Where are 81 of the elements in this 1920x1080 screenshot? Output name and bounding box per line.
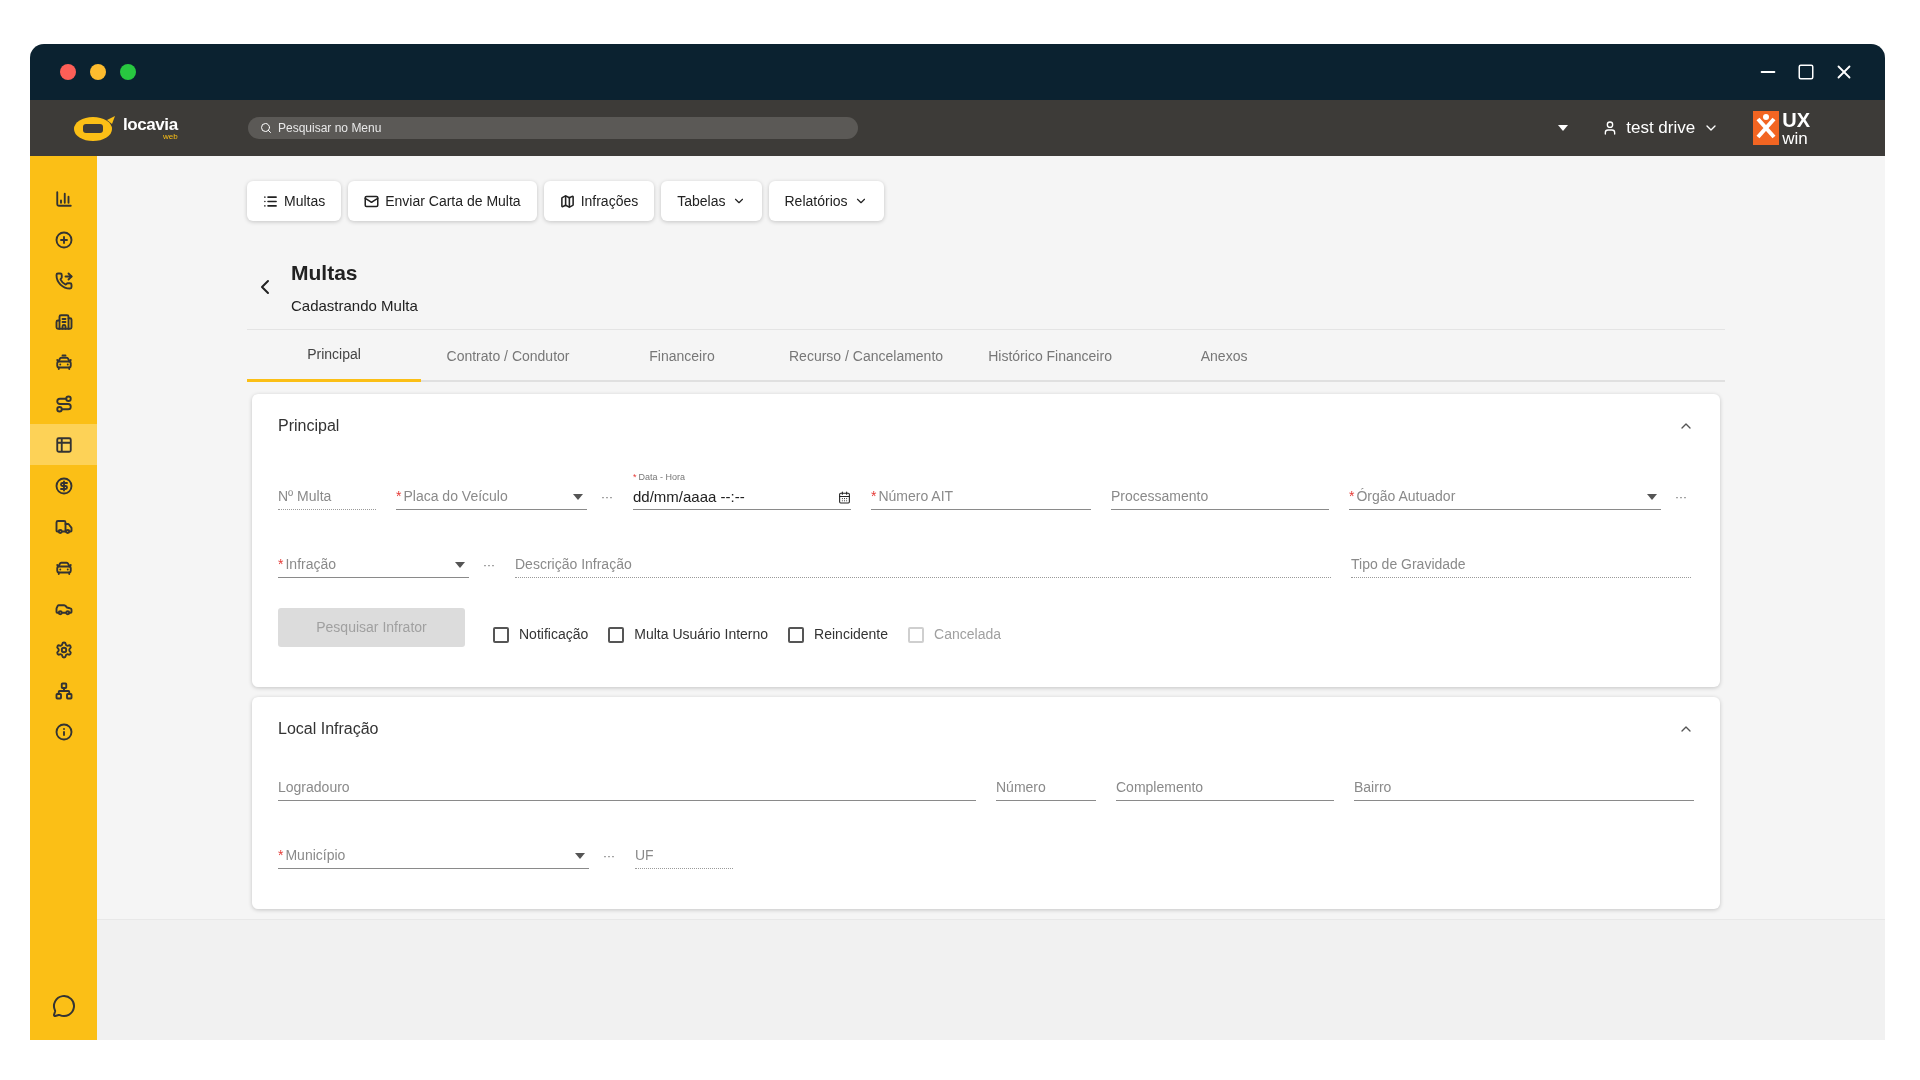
select-field[interactable]: *Infração xyxy=(278,552,469,578)
input-field[interactable]: Processamento xyxy=(1111,484,1329,510)
section-title: Local Infração xyxy=(278,719,379,739)
tab[interactable]: Contrato / Condutor xyxy=(421,330,595,382)
page-title: Multas xyxy=(291,260,359,286)
checkbox[interactable] xyxy=(608,626,625,643)
toolbar-button[interactable]: Multas xyxy=(247,181,342,221)
checkbox-label: Reincidente xyxy=(814,625,889,644)
car-icon xyxy=(54,353,73,372)
building-icon xyxy=(54,312,73,331)
toolbar-button[interactable]: Infrações xyxy=(543,181,655,221)
select-field[interactable]: *Órgão Autuador xyxy=(1349,484,1661,510)
dropdown-arrow-icon xyxy=(575,852,585,859)
route-icon xyxy=(54,394,73,413)
date-time-field[interactable]: dd/mm/aaaa --:-- xyxy=(633,486,851,510)
tab[interactable]: Principal xyxy=(247,330,421,382)
checkbox-label: Multa Usuário Interno xyxy=(634,625,769,644)
input-field[interactable]: Descrição Infração xyxy=(515,552,1331,578)
field-label: * Data - Hora xyxy=(633,472,687,483)
dropdown-arrow-icon xyxy=(1647,493,1657,500)
page-subtitle: Cadastrando Multa xyxy=(291,295,418,316)
tab[interactable]: Financeiro xyxy=(595,330,769,382)
brand-logo-icon xyxy=(1753,111,1780,145)
input-field[interactable]: Complemento xyxy=(1116,775,1334,801)
tab[interactable]: Recurso / Cancelamento xyxy=(769,330,964,382)
user-menu[interactable]: test drive xyxy=(1602,115,1720,141)
more-button[interactable]: ··· xyxy=(483,556,495,574)
required-marker: * xyxy=(1349,488,1355,504)
checkbox[interactable] xyxy=(493,626,509,643)
dollar-icon xyxy=(54,476,73,495)
dropdown-arrow-icon xyxy=(455,561,465,568)
search-field[interactable]: Pesquisar no Menu xyxy=(248,117,858,139)
table-icon xyxy=(54,435,73,454)
search-icon xyxy=(260,122,272,134)
dropdown-arrow-icon[interactable] xyxy=(1558,125,1569,131)
checkbox-label: Notificação xyxy=(519,625,589,644)
logo-subtext: web xyxy=(163,132,178,141)
logo-text: locavia xyxy=(123,115,178,133)
brand-subname: win xyxy=(1782,129,1809,147)
tab[interactable]: Anexos xyxy=(1137,330,1312,382)
toolbar-button[interactable]: Relatórios xyxy=(768,181,884,221)
list-icon xyxy=(263,193,278,209)
required-marker: * xyxy=(396,488,402,504)
checkbox[interactable] xyxy=(788,626,805,643)
required-marker: * xyxy=(871,488,877,504)
info-icon xyxy=(54,722,73,741)
plus-circle-icon xyxy=(54,230,73,249)
required-marker: * xyxy=(278,847,284,863)
input-field[interactable]: Número xyxy=(996,775,1096,801)
toolbar-button[interactable]: Enviar Carta de Multa xyxy=(348,181,537,221)
input-field[interactable]: *Número AIT xyxy=(871,484,1091,510)
whatsapp-icon[interactable] xyxy=(51,994,76,1018)
chart-icon xyxy=(54,189,73,208)
calendar-icon xyxy=(838,491,851,504)
maximize-icon[interactable] xyxy=(1797,63,1815,81)
mail-icon xyxy=(364,193,380,209)
map-icon xyxy=(559,193,575,209)
input-field[interactable]: UF xyxy=(635,843,733,869)
required-marker: * xyxy=(278,556,284,572)
more-button[interactable]: ··· xyxy=(603,847,615,865)
dropdown-arrow-icon xyxy=(573,493,583,500)
tab[interactable]: Histórico Financeiro xyxy=(963,330,1138,382)
network-icon xyxy=(54,681,73,700)
input-field[interactable]: Logradouro xyxy=(278,775,976,801)
brand-name: UX xyxy=(1782,109,1810,130)
truck-icon xyxy=(54,517,73,536)
phone-icon xyxy=(54,271,73,290)
settings-icon xyxy=(54,640,73,659)
select-field[interactable]: *Placa do Veículo xyxy=(396,484,587,510)
input-field[interactable]: Nº Multa xyxy=(278,484,376,510)
logo-icon xyxy=(73,114,117,142)
section-title: Principal xyxy=(278,416,340,436)
more-button[interactable]: ··· xyxy=(601,488,613,506)
input-field[interactable]: Tipo de Gravidade xyxy=(1351,552,1691,578)
more-button[interactable]: ··· xyxy=(1675,488,1687,506)
toolbar-button[interactable]: Tabelas xyxy=(661,181,762,221)
input-field[interactable]: Bairro xyxy=(1354,775,1694,801)
sidebar-item[interactable] xyxy=(30,424,97,465)
required-marker: * xyxy=(633,472,637,482)
select-field[interactable]: *Município xyxy=(278,843,589,869)
checkbox-label: Cancelada xyxy=(934,625,1001,644)
